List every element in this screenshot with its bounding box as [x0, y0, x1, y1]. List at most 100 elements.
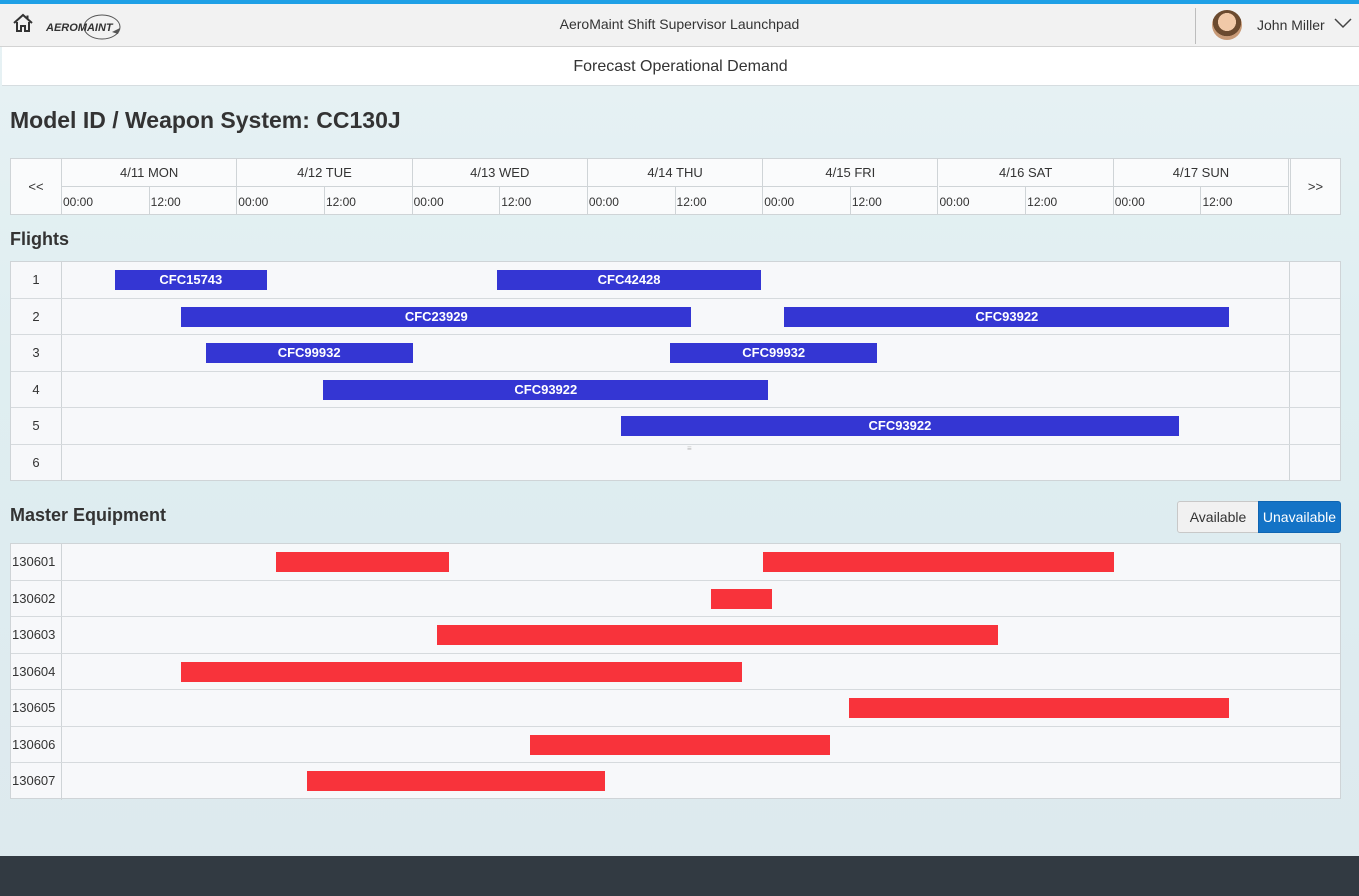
available-toggle-button[interactable]: Available	[1177, 501, 1259, 533]
equipment-id: 130606	[11, 726, 62, 762]
flight-row: 2 CFC23929 CFC93922	[11, 298, 1340, 335]
equipment-row: 130607	[11, 763, 1340, 800]
flight-row: 5 CFC93922	[11, 408, 1340, 445]
timeline-day-label: 4/16 SAT	[938, 159, 1113, 187]
equipment-id: 130604	[11, 653, 62, 689]
flight-row-number: 5	[11, 408, 62, 444]
flight-bar[interactable]: CFC93922	[323, 379, 769, 400]
timeline-day-label: 4/13 WED	[412, 159, 587, 187]
flight-row-number: 3	[11, 335, 62, 371]
equipment-id: 130602	[11, 580, 62, 616]
unavailability-bar[interactable]	[763, 552, 1114, 572]
timeline-hour-tick	[1025, 187, 1027, 214]
subheader-title: Forecast Operational Demand	[573, 58, 788, 75]
flight-bar[interactable]: CFC15743	[114, 270, 268, 290]
chevron-down-icon[interactable]	[1334, 14, 1352, 32]
timeline-day: 4/13 WED 00:00 12:00	[412, 159, 588, 214]
timeline-hour-label: 12:00	[1202, 195, 1233, 209]
flights-grid: ≡ 1 CFC15743 CFC42428 2 CFC23929 CFC93922 3 CFC…	[10, 261, 1341, 481]
timeline-day-label: 4/14 THU	[587, 159, 763, 187]
avatar[interactable]	[1212, 10, 1242, 40]
timeline-day-label: 4/17 SUN	[1113, 159, 1289, 187]
timeline-hour-tick	[1200, 187, 1202, 214]
equipment-row: 130602	[11, 580, 1340, 617]
timeline-hour-label: 00:00	[939, 195, 970, 209]
timeline-day-label: 4/12 TUE	[237, 159, 412, 187]
unavailability-bar[interactable]	[275, 552, 450, 572]
unavailability-bar[interactable]	[437, 625, 999, 645]
timeline-hour-label: 00:00	[1114, 195, 1145, 209]
flights-section-title: Flights	[10, 229, 69, 249]
flight-bar[interactable]: CFC93922	[784, 306, 1230, 327]
shell-divider	[1195, 8, 1196, 44]
timeline-hour-label: 12:00	[325, 195, 356, 209]
timeline-hour-label: 00:00	[588, 195, 619, 209]
timeline-hour-label: 12:00	[676, 195, 707, 209]
flight-row: 1 CFC15743 CFC42428	[11, 262, 1340, 299]
equipment-row: 130604	[11, 653, 1340, 690]
equipment-grid: 130601 130602 130603 130604 130605 130606 1306…	[10, 543, 1341, 800]
timeline-hour-label: 12:00	[1027, 195, 1058, 209]
timeline-hour-label: 00:00	[63, 195, 94, 209]
timeline-day: 4/17 SUN 00:00 12:00	[1113, 159, 1290, 214]
timeline-hour-label: 12:00	[501, 195, 532, 209]
shell-bar: AEROMAINT AeroMaint Shift Supervisor Lau…	[0, 4, 1359, 47]
timeline-day: 4/11 MON 00:00 12:00	[62, 159, 238, 214]
timeline-day: 4/15 FRI 00:00 12:00	[763, 159, 939, 214]
timeline-hour-label: 00:00	[238, 195, 269, 209]
flight-row: 3 CFC99932 CFC99932	[11, 335, 1340, 372]
flight-bar[interactable]: CFC93922	[621, 416, 1179, 436]
unavailability-bar[interactable]	[530, 734, 830, 755]
equipment-section-title: Master Equipment	[10, 505, 167, 525]
unavailability-bar[interactable]	[710, 588, 772, 609]
flight-bar[interactable]: CFC99932	[205, 343, 413, 363]
timeline-hour-tick	[323, 187, 325, 214]
next-week-button[interactable]: >>	[1290, 159, 1340, 214]
timeline-day-label: 4/15 FRI	[763, 159, 938, 187]
timeline-day-label: 4/11 MON	[62, 159, 237, 187]
timeline-hour-tick	[148, 187, 150, 214]
row-end-cell	[1289, 298, 1340, 334]
flight-row-number: 6	[11, 444, 62, 481]
unavailability-bar[interactable]	[181, 661, 743, 682]
equipment-id: 130603	[11, 617, 62, 653]
timeline-hour-label: 00:00	[413, 195, 444, 209]
unavailability-bar[interactable]	[307, 771, 606, 791]
timeline-day: 4/12 TUE 00:00 12:00	[237, 159, 413, 214]
equipment-id: 130601	[11, 544, 62, 580]
row-end-cell	[1289, 408, 1340, 444]
timeline-hour-label: 00:00	[764, 195, 795, 209]
unavailable-toggle-button[interactable]: Unavailable	[1258, 501, 1341, 533]
flight-row: 6	[11, 444, 1340, 481]
timeline-hour-label: 12:00	[851, 195, 882, 209]
equipment-row: 130606	[11, 726, 1340, 763]
equipment-row: 130605	[11, 690, 1340, 727]
unavailability-bar[interactable]	[849, 698, 1230, 718]
page-subheader: Forecast Operational Demand	[2, 47, 1359, 86]
timeline-hour-tick	[849, 187, 851, 214]
row-end-cell	[1289, 262, 1340, 298]
equipment-row: 130603	[11, 617, 1340, 654]
timeline-hour-tick	[499, 187, 501, 214]
row-end-cell	[1289, 444, 1340, 481]
flight-bar[interactable]: CFC99932	[670, 343, 878, 363]
timeline-hour-label: 12:00	[150, 195, 181, 209]
footer-bar	[0, 856, 1359, 896]
previous-week-button[interactable]: <<	[11, 159, 62, 214]
user-name[interactable]: John Miller	[1257, 17, 1325, 33]
equipment-row: 130601	[11, 544, 1340, 581]
page-title: Model ID / Weapon System: CC130J	[10, 107, 401, 133]
equipment-id: 130607	[11, 763, 62, 800]
flight-bar[interactable]: CFC23929	[181, 306, 692, 327]
flight-row-number: 1	[11, 262, 62, 298]
flight-bar[interactable]: CFC42428	[496, 270, 762, 290]
timeline-hour-tick	[674, 187, 676, 214]
equipment-id: 130605	[11, 690, 62, 726]
shell-title: AeroMaint Shift Supervisor Launchpad	[559, 16, 800, 32]
row-end-cell	[1289, 335, 1340, 371]
timeline-day: 4/16 SAT 00:00 12:00	[938, 159, 1114, 214]
row-end-cell	[1289, 371, 1340, 407]
flight-row-number: 2	[11, 298, 62, 334]
timeline-day: 4/14 THU 00:00 12:00	[587, 159, 764, 214]
flight-row-number: 4	[11, 371, 62, 407]
